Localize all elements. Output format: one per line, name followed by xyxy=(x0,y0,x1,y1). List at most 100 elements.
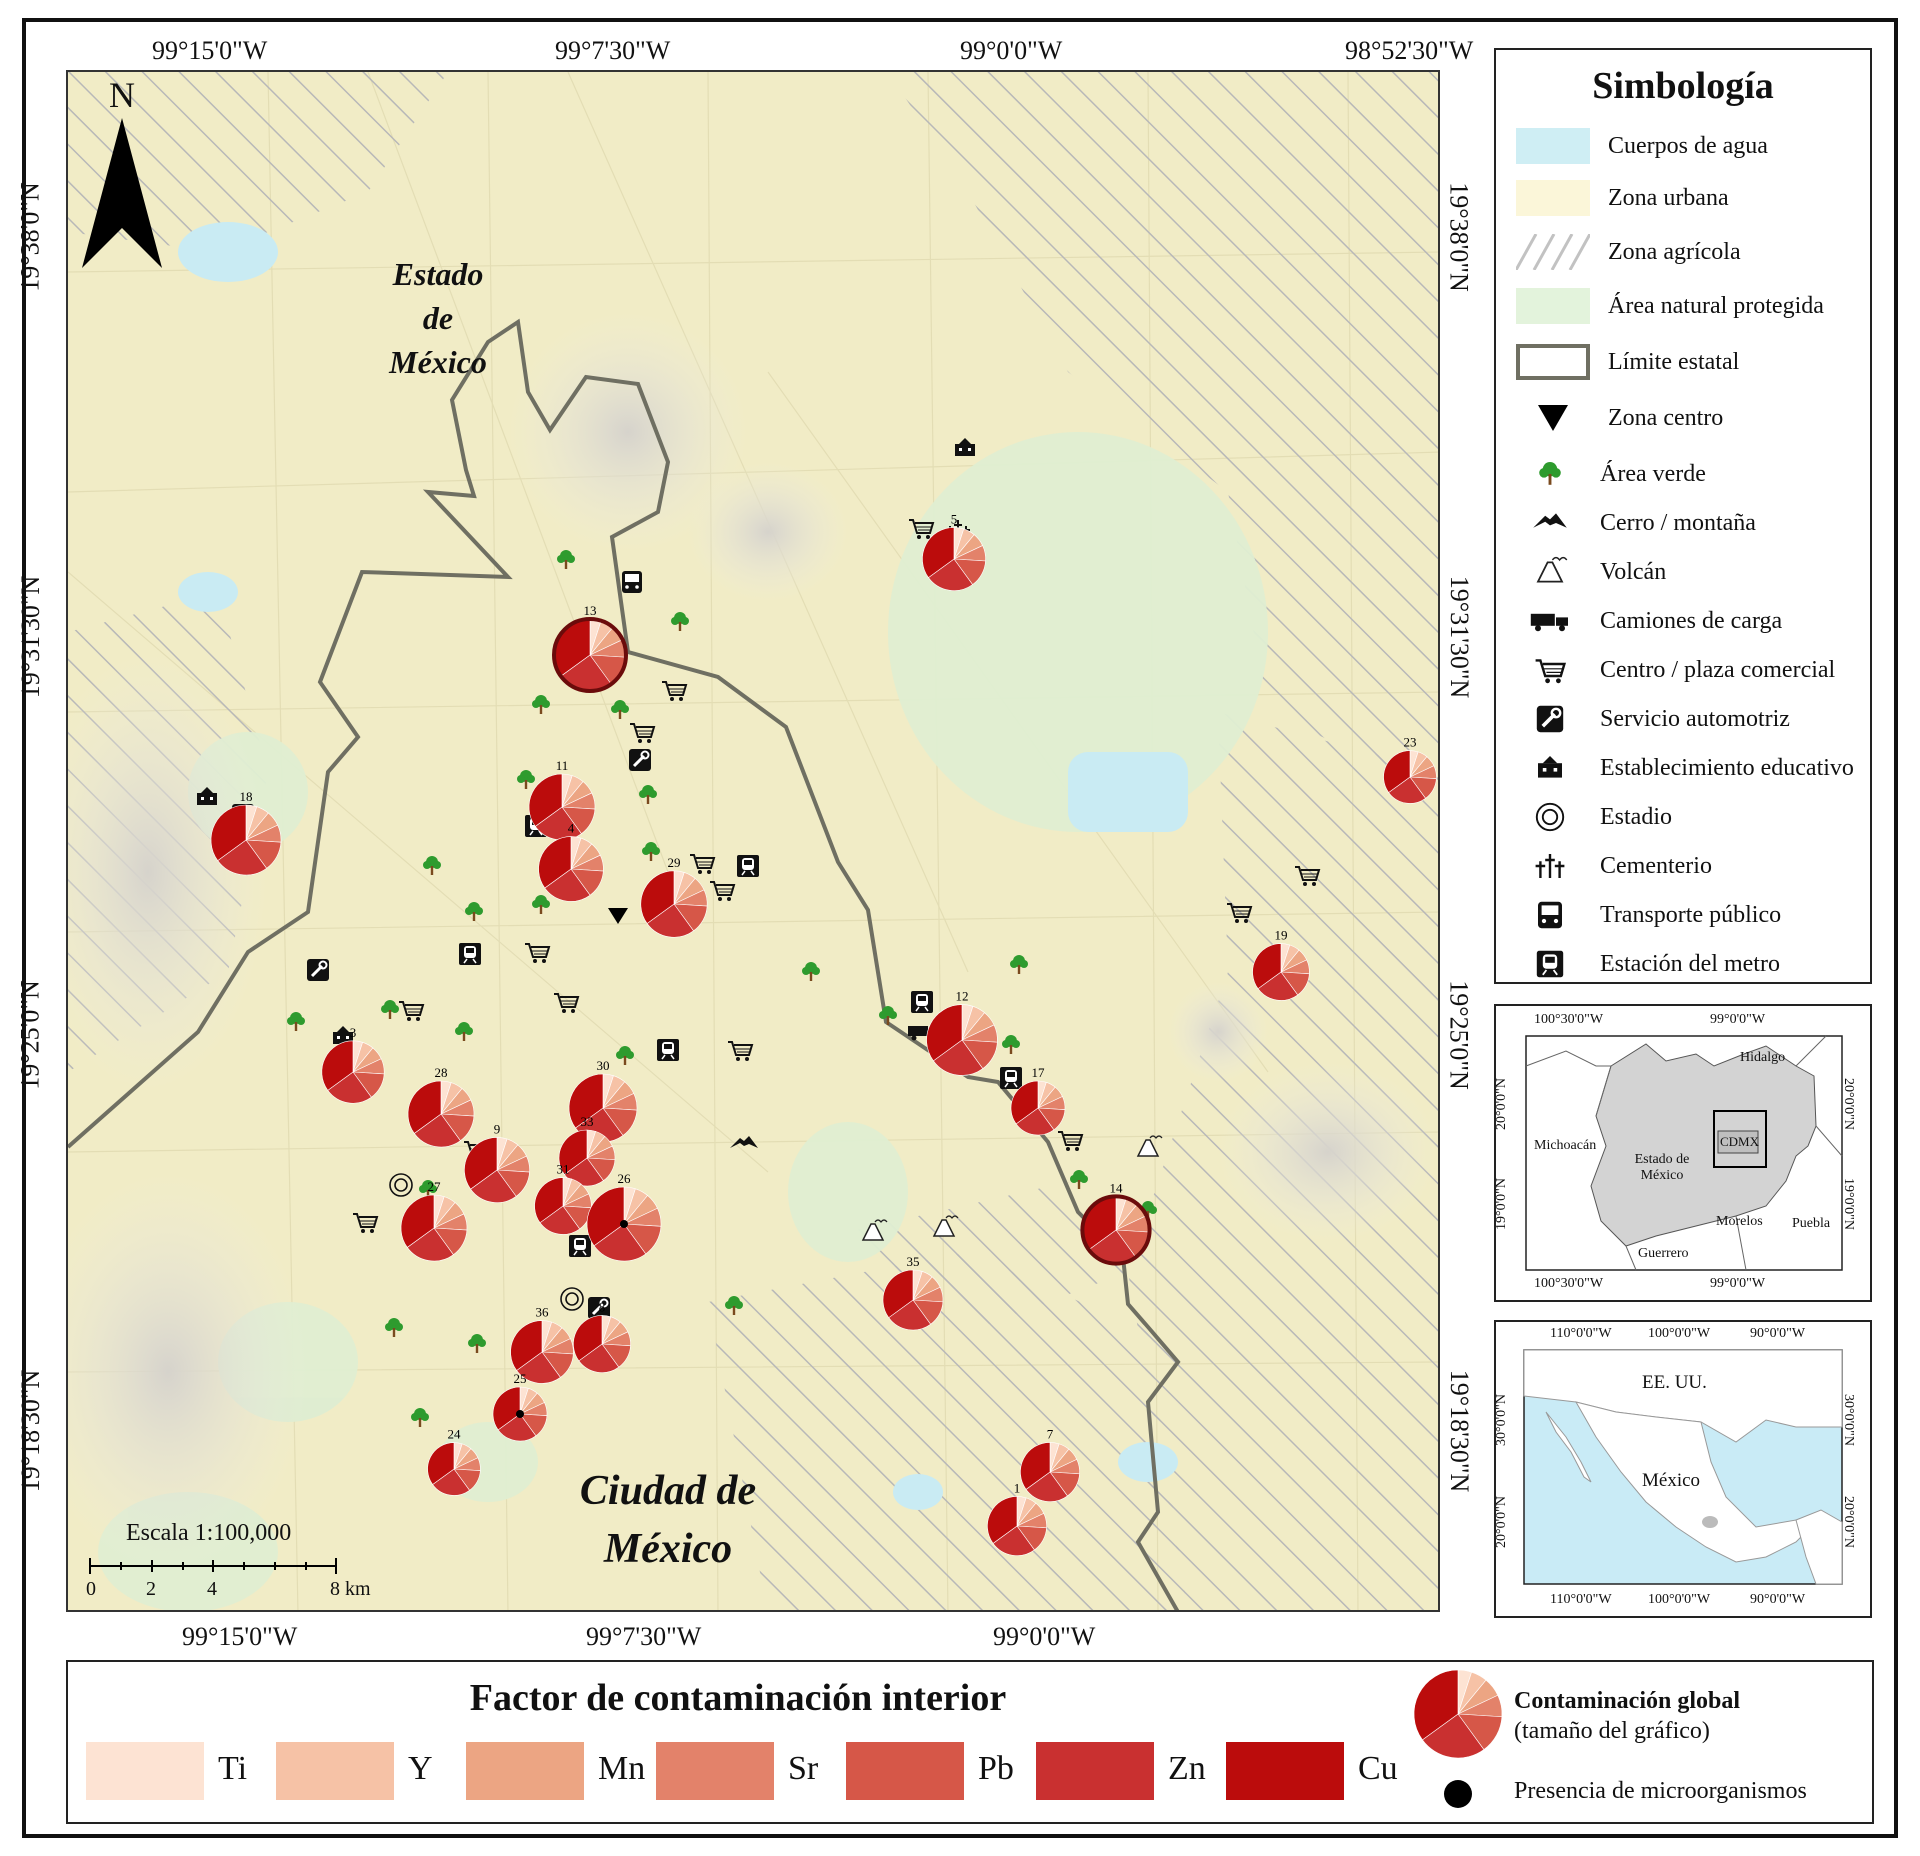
legend-label: Área verde xyxy=(1600,460,1706,487)
metro-icon xyxy=(737,855,759,877)
legend-label: Establecimiento educativo xyxy=(1600,754,1854,781)
legend-item-bus: Transporte público xyxy=(1516,895,1781,935)
scale-title: Escala 1:100,000 xyxy=(126,1520,292,1546)
inset-coord: 20°0'0"N xyxy=(1494,1496,1509,1548)
site-number: 25 xyxy=(514,1371,527,1386)
swatch-sr xyxy=(656,1742,774,1800)
mountain-icon xyxy=(1533,513,1567,528)
inset-country-canvas xyxy=(1523,1349,1843,1585)
legend-label: Estadio xyxy=(1600,803,1672,830)
legend-item-volcano: Volcán xyxy=(1516,552,1666,592)
global-pie[interactable] xyxy=(1413,1669,1503,1759)
legend-item-tree: Área verde xyxy=(1516,454,1706,494)
cemetery-icon xyxy=(1530,849,1570,883)
site-number: 18 xyxy=(240,789,253,804)
site-number: 33 xyxy=(581,1114,594,1129)
swatch-ti xyxy=(86,1742,204,1800)
legend-title: Simbología xyxy=(1592,65,1774,107)
bus-icon xyxy=(1530,898,1570,932)
swatch-label: Sr xyxy=(788,1750,819,1787)
cdmx-label: Ciudad de México xyxy=(538,1462,798,1578)
site-number: 36 xyxy=(536,1305,550,1320)
top-coord-label: 99°15'0"W xyxy=(152,36,268,65)
inset-coord: 30°0'0"N xyxy=(1494,1394,1509,1446)
inset-coord: 100°0'0"W xyxy=(1648,1592,1711,1607)
site-number: 28 xyxy=(435,1065,448,1080)
site-number: 35 xyxy=(907,1254,920,1269)
truck-icon xyxy=(1530,613,1568,632)
site-number: 5 xyxy=(951,511,958,526)
cemetery-icon xyxy=(1535,853,1565,879)
scale-tick: 8 km xyxy=(330,1578,371,1600)
top-coord-label: 98°52'30"W xyxy=(1345,36,1474,65)
right-coord-label: 19°31'30"N xyxy=(1445,575,1475,699)
scale-tick: 4 xyxy=(207,1578,217,1600)
north-arrow: N xyxy=(82,74,162,268)
metro-icon xyxy=(1000,1067,1022,1089)
estado-label-line: Estado xyxy=(392,256,484,292)
inset-coord: 110°0'0"W xyxy=(1550,1326,1612,1341)
bus-icon xyxy=(1538,901,1562,929)
symbology-legend: Simbología Cuerpos de agua Zona urbana Z… xyxy=(1494,48,1872,984)
legend-label: Centro / plaza comercial xyxy=(1600,656,1836,683)
site-number: 17 xyxy=(1032,1065,1046,1080)
inset-region-label: Guerrero xyxy=(1638,1246,1689,1261)
site-number: 11 xyxy=(556,758,569,773)
left-coord-label: 19°18'30"N xyxy=(16,1369,46,1493)
inset-coord: 30°0'0"N xyxy=(1840,1394,1856,1446)
legend-label: Zona centro xyxy=(1608,404,1724,431)
truck-icon xyxy=(1530,604,1570,638)
legend-label: Cerro / montaña xyxy=(1600,509,1756,536)
scale-tick: 2 xyxy=(146,1578,156,1600)
wrench-icon xyxy=(1536,705,1564,733)
cart-icon xyxy=(1530,653,1570,687)
swatch-mn xyxy=(466,1742,584,1800)
legend-label: Límite estatal xyxy=(1608,348,1740,375)
inset-region-label: Michoacán xyxy=(1534,1138,1597,1153)
inset-region-label: México xyxy=(1642,1470,1701,1491)
estado-label: Estado de México xyxy=(338,252,538,384)
inset-country-map: 110°0'0"W 100°0'0"W 90°0'0"W 110°0'0"W 1… xyxy=(1494,1320,1872,1618)
right-coord-label: 19°18'30"N xyxy=(1445,1369,1475,1493)
inset-region-label: CDMX xyxy=(1720,1134,1760,1149)
metro-icon xyxy=(1530,947,1570,981)
swatch-label: Cu xyxy=(1358,1750,1398,1787)
site-number: 13 xyxy=(584,603,597,618)
site-number: 30 xyxy=(597,1058,610,1073)
site-number: 12 xyxy=(956,989,969,1004)
metro-icon xyxy=(911,991,933,1013)
left-coord-label: 19°31'30"N xyxy=(16,575,46,699)
legend-item-water: Cuerpos de agua xyxy=(1516,126,1768,166)
site-number: 7 xyxy=(1047,1426,1054,1441)
top-coord-label: 99°7'30"W xyxy=(555,36,671,65)
swatch-label: Pb xyxy=(978,1750,1014,1787)
mountain-icon xyxy=(1530,506,1570,540)
legend-label: Cementerio xyxy=(1600,852,1712,879)
metro-icon xyxy=(657,1039,679,1061)
microorganism-dot xyxy=(516,1410,524,1418)
contamination-legend: Factor de contaminación interior Ti Y Mn Sr… xyxy=(66,1660,1874,1824)
scale-bar: Escala 1:100,000 0 2 4 8 km xyxy=(86,1520,371,1600)
site-number: 1 xyxy=(1014,1480,1021,1495)
water-swatch xyxy=(1516,128,1590,164)
inset-coord: 90°0'0"W xyxy=(1750,1326,1806,1341)
main-map[interactable]: 13 5 23 18 11 4 29 19 12 3 28 30 17 9 33 14 27 31 26 35 36 8 2… xyxy=(66,70,1440,1612)
site-number: 4 xyxy=(568,821,575,836)
north-arrow-icon xyxy=(82,118,162,268)
legend-item-stadium: Estadio xyxy=(1516,797,1672,837)
bottom-coord-label: 99°7'30"W xyxy=(586,1622,702,1651)
microorganism-label: Presencia de microorganismos xyxy=(1514,1778,1807,1804)
legend-item-wrench: Servicio automotriz xyxy=(1516,699,1790,739)
legend-item-center: Zona centro xyxy=(1516,398,1723,438)
school-icon xyxy=(1530,751,1570,785)
site-number: 27 xyxy=(428,1179,442,1194)
site-number: 29 xyxy=(668,855,681,870)
site-number: 19 xyxy=(1275,928,1288,943)
swatch-cu xyxy=(1226,1742,1344,1800)
cdmx-label-line: México xyxy=(603,1526,733,1572)
metro-icon xyxy=(459,943,481,965)
site-number: 26 xyxy=(618,1171,632,1186)
global-sublabel: (tamaño del gráfico) xyxy=(1514,1718,1710,1744)
cdmx-label-line: Ciudad de xyxy=(579,1468,757,1514)
inset-coord: 99°0'0"W xyxy=(1710,1012,1766,1027)
